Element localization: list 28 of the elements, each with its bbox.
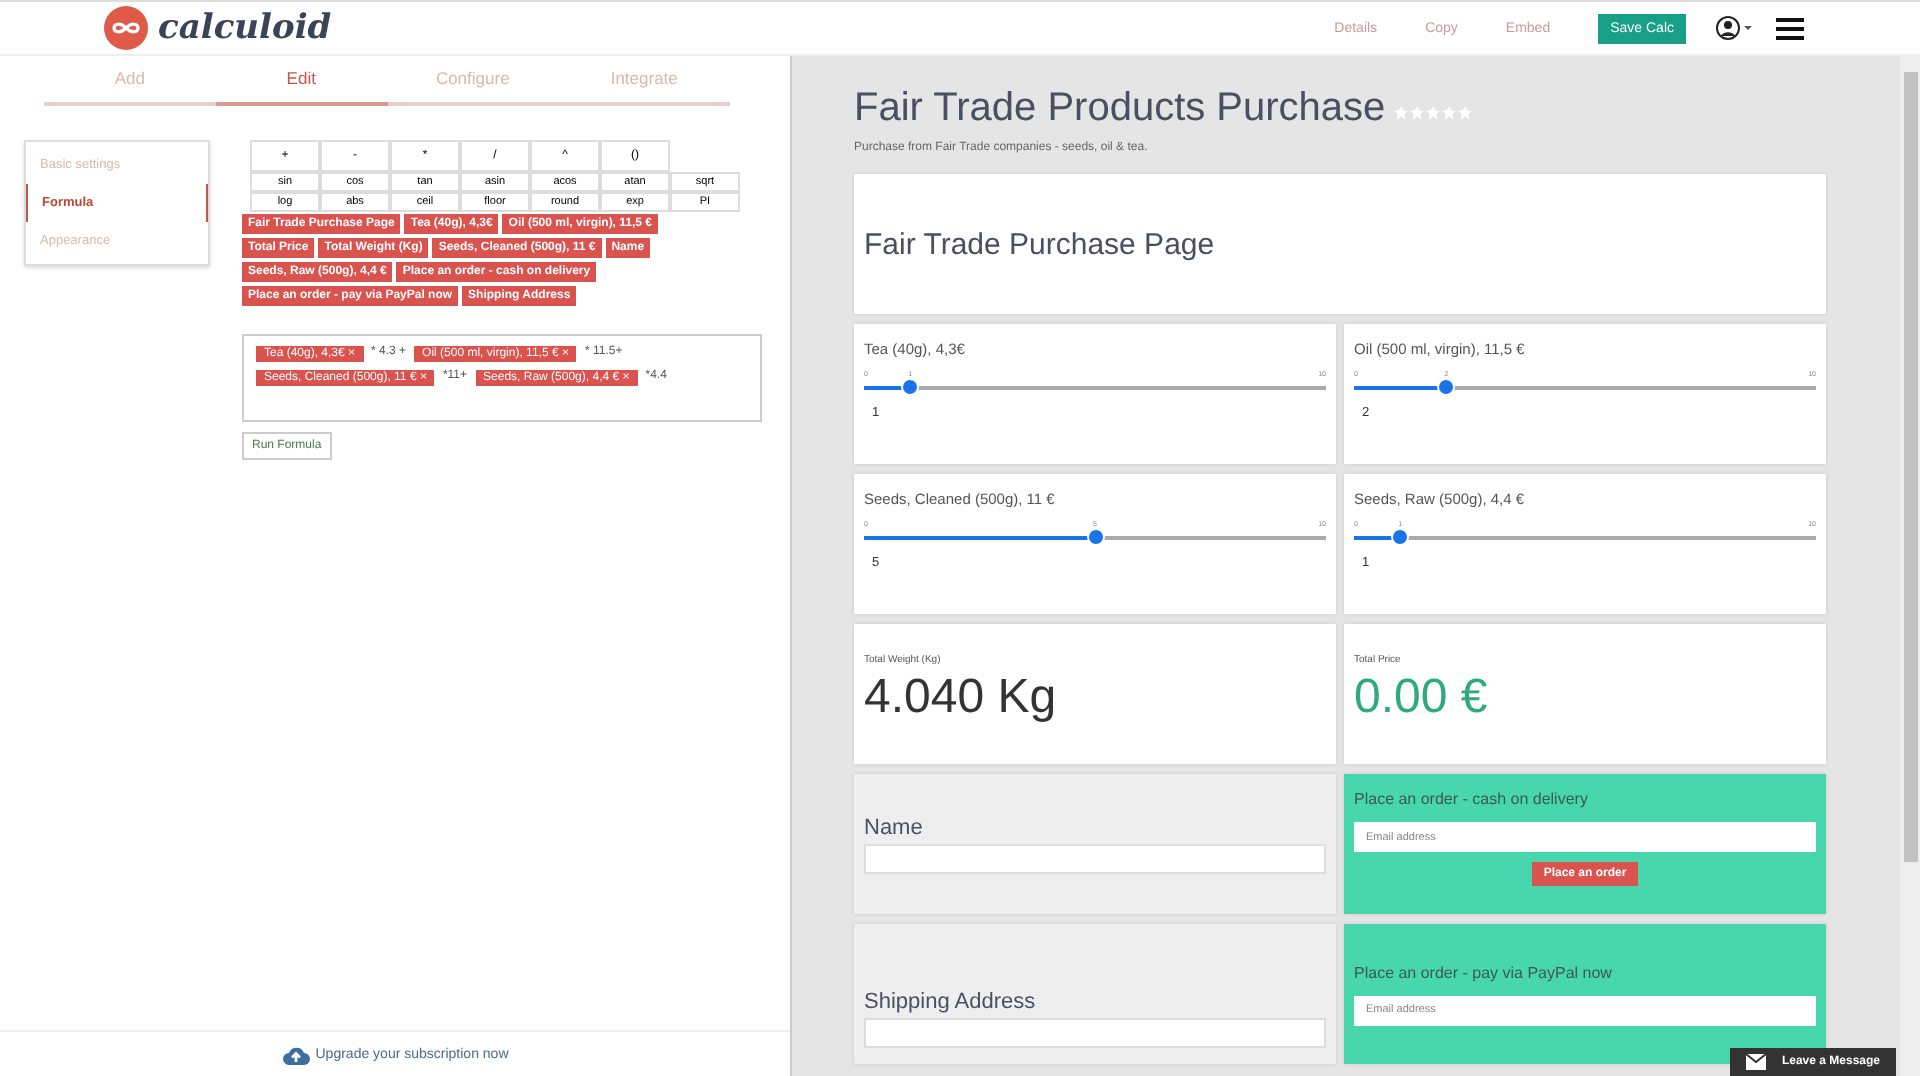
- logo-icon: [104, 6, 148, 50]
- input-label: Name: [864, 815, 925, 839]
- user-menu-icon[interactable]: [1716, 16, 1756, 40]
- result-value: 4.040 Kg: [864, 670, 1059, 726]
- star-icon[interactable]: [1441, 106, 1456, 120]
- slider-thumb[interactable]: [1086, 528, 1104, 546]
- page-heading: Fair Trade Purchase Page: [864, 227, 1217, 261]
- scrollbar-thumb[interactable]: [1903, 72, 1917, 862]
- text-input-field[interactable]: [864, 843, 1326, 873]
- slider-thumb[interactable]: [1391, 528, 1410, 546]
- editor-tab[interactable]: Edit: [215, 56, 387, 106]
- calculator-title: Fair Trade Products Purchase: [854, 86, 1386, 132]
- star-icon[interactable]: [1457, 106, 1472, 120]
- star-icon[interactable]: [1425, 106, 1440, 120]
- logo-text: calculoid: [158, 8, 332, 48]
- text-input-field[interactable]: [864, 1018, 1326, 1048]
- order-label: Place an order - pay via PayPal now: [1354, 963, 1614, 981]
- slider-thumb[interactable]: [901, 378, 920, 396]
- result-value: 0.00 €: [1354, 670, 1490, 726]
- star-icon[interactable]: [1409, 106, 1424, 120]
- input-label: Shipping Address: [864, 990, 1038, 1014]
- envelope-icon: [1745, 1054, 1766, 1070]
- star-icon[interactable]: [1393, 106, 1408, 120]
- order-label: Place an order - cash on delivery: [1354, 790, 1590, 808]
- cloud-upload-icon: [281, 1043, 310, 1065]
- star-rating[interactable]: [1393, 106, 1472, 120]
- menu-icon[interactable]: [1776, 17, 1804, 39]
- slider-thumb[interactable]: [1437, 378, 1456, 396]
